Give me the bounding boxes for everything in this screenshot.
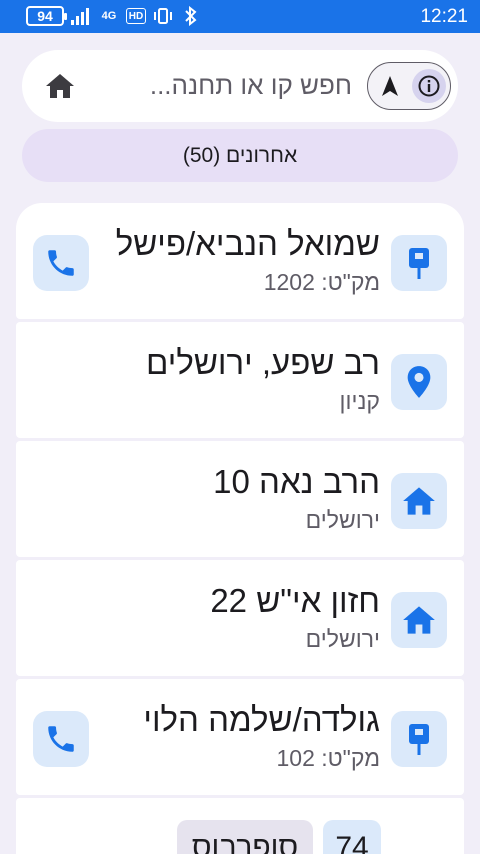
recents-chip[interactable]: אחרונים (50) xyxy=(22,129,458,182)
item-title: רב שפע, ירושלים xyxy=(146,344,380,381)
line-number-badge: 74 xyxy=(323,820,381,854)
item-title: חזון אי"ש 22 xyxy=(210,582,380,619)
place-pin-icon xyxy=(391,354,447,410)
item-title: גולדה/שלמה הלוי xyxy=(143,701,380,738)
info-icon[interactable] xyxy=(412,69,446,103)
item-subtitle: מק"ט: 102 xyxy=(276,745,380,771)
list-item[interactable]: 74 סופרבוס xyxy=(16,798,464,854)
list-item[interactable]: רב שפע, ירושלים קניון xyxy=(16,322,464,438)
hd-icon: HD xyxy=(126,8,146,24)
home-icon[interactable] xyxy=(44,70,76,102)
vibrate-icon xyxy=(152,6,174,26)
phone-icon[interactable] xyxy=(33,711,89,767)
clock: 12:21 xyxy=(420,6,468,27)
battery-level: 94 xyxy=(37,8,53,24)
item-subtitle: קניון xyxy=(339,388,380,414)
status-bar: 94 4G HD 12:21 xyxy=(0,0,480,33)
list-item[interactable]: גולדה/שלמה הלוי מק"ט: 102 xyxy=(16,679,464,795)
item-subtitle: ירושלים xyxy=(305,626,380,652)
recents-list: שמואל הנביא/פישל מק"ט: 1202 רב שפע, ירוש… xyxy=(16,203,464,854)
list-item[interactable]: שמואל הנביא/פישל מק"ט: 1202 xyxy=(16,203,464,319)
signal-icon xyxy=(70,6,92,26)
search-actions xyxy=(367,62,451,110)
home-icon xyxy=(391,473,447,529)
bluetooth-icon xyxy=(180,6,202,26)
item-subtitle: ירושלים xyxy=(305,507,380,533)
item-subtitle: מק"ט: 1202 xyxy=(263,269,380,295)
phone-icon[interactable] xyxy=(33,235,89,291)
search-input[interactable]: חפש קו או תחנה... xyxy=(150,70,352,101)
list-item[interactable]: הרב נאה 10 ירושלים xyxy=(16,441,464,557)
home-icon xyxy=(391,592,447,648)
bus-stop-icon xyxy=(391,711,447,767)
item-title: הרב נאה 10 xyxy=(213,463,380,500)
item-title: שמואל הנביא/פישל xyxy=(115,225,380,262)
line-operator-badge: סופרבוס xyxy=(177,820,313,854)
list-item[interactable]: חזון אי"ש 22 ירושלים xyxy=(16,560,464,676)
network-type-icon: 4G xyxy=(101,10,117,22)
search-bar[interactable]: חפש קו או תחנה... xyxy=(22,50,458,122)
bus-stop-icon xyxy=(391,235,447,291)
navigation-arrow-icon[interactable] xyxy=(378,74,402,98)
battery-indicator: 94 xyxy=(26,6,67,26)
